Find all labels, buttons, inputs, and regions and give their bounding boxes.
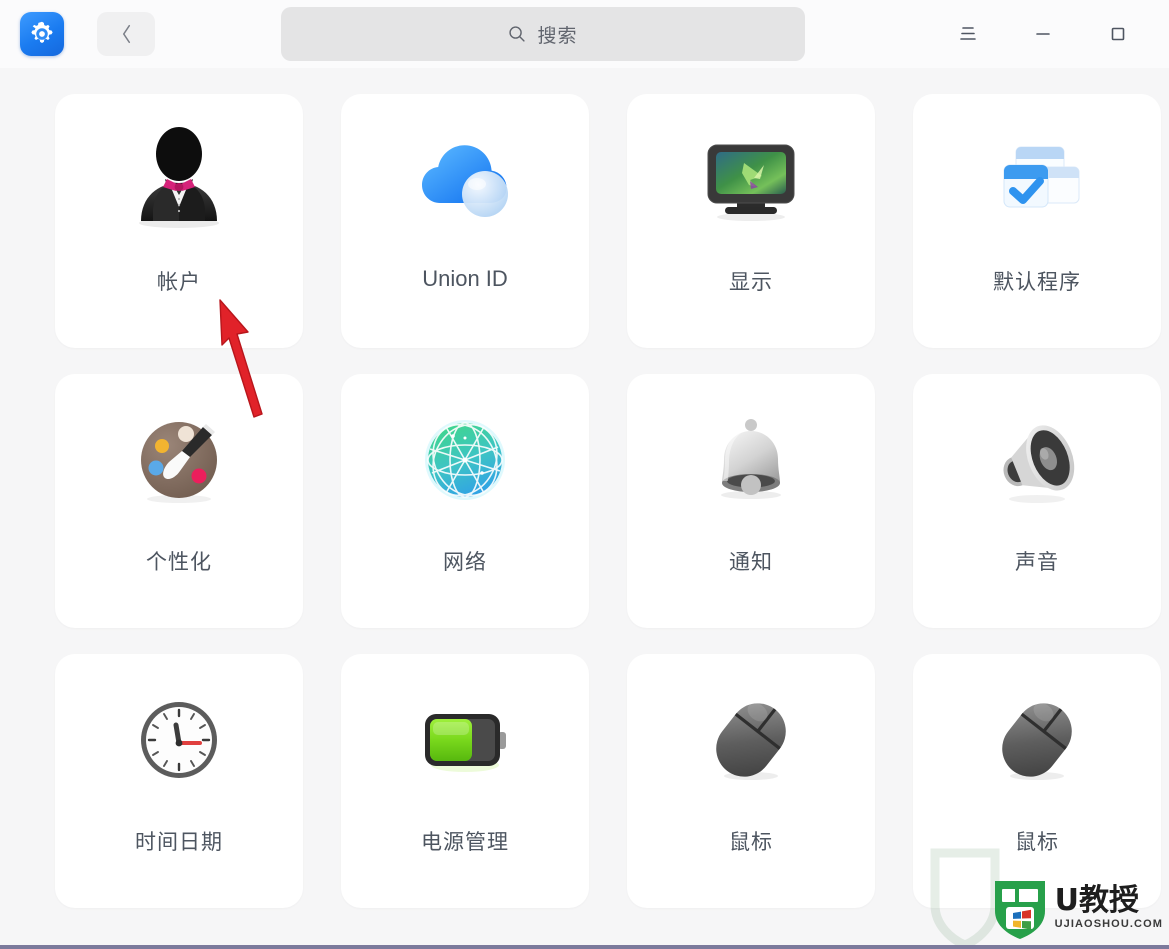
- settings-tile-sound[interactable]: 声音: [913, 374, 1161, 628]
- palette-brush-icon: [55, 374, 303, 546]
- settings-tile-label: 鼠标: [1015, 830, 1059, 854]
- settings-tile-label: 个性化: [146, 550, 212, 574]
- settings-tile-display[interactable]: 显示: [627, 94, 875, 348]
- settings-tile-label: 网络: [443, 550, 487, 574]
- search-input[interactable]: 搜索: [280, 7, 805, 61]
- minimize-icon: [1035, 33, 1050, 35]
- clock-icon: [55, 654, 303, 826]
- settings-window: 搜索 帐户 Union ID 显示 默认程序 个性化 网络 通知 声音 时间日期…: [0, 0, 1169, 949]
- cloud-account-icon: [341, 94, 589, 266]
- settings-tile-label: Union ID: [422, 266, 508, 291]
- settings-tile-mouse[interactable]: 鼠标: [627, 654, 875, 908]
- settings-tile-mouse-2[interactable]: 鼠标: [913, 654, 1161, 908]
- maximize-icon: [1111, 27, 1124, 41]
- settings-tile-label: 帐户: [157, 270, 201, 294]
- globe-network-icon: [341, 374, 589, 546]
- chevron-left-icon: [122, 24, 130, 44]
- search-placeholder: 搜索: [537, 24, 578, 47]
- maximize-button[interactable]: [1080, 9, 1155, 59]
- settings-tile-default-apps[interactable]: 默认程序: [913, 94, 1161, 348]
- battery-icon: [341, 654, 589, 826]
- menu-button[interactable]: [930, 9, 1005, 59]
- speaker-icon: [913, 374, 1161, 546]
- user-tuxedo-icon: [55, 94, 303, 266]
- settings-tile-label: 默认程序: [993, 270, 1081, 294]
- bell-icon: [627, 374, 875, 546]
- mouse-icon: [627, 654, 875, 826]
- titlebar: 搜索: [0, 0, 1169, 68]
- settings-tile-account[interactable]: 帐户: [55, 94, 303, 348]
- window-controls: [930, 9, 1155, 59]
- settings-tile-label: 时间日期: [135, 830, 223, 854]
- settings-tile-label: 声音: [1015, 550, 1059, 574]
- search-icon: [509, 26, 526, 42]
- settings-gear-icon: [20, 12, 64, 56]
- settings-tile-label: 显示: [729, 270, 773, 294]
- settings-tile-label: 电源管理: [421, 830, 509, 854]
- monitor-icon: [627, 94, 875, 266]
- mouse-icon: [913, 654, 1161, 826]
- back-button[interactable]: [97, 12, 155, 56]
- settings-tile-personalization[interactable]: 个性化: [55, 374, 303, 628]
- settings-tile-union-id[interactable]: Union ID: [341, 94, 589, 348]
- settings-grid: 帐户 Union ID 显示 默认程序 个性化 网络 通知 声音 时间日期 电源…: [0, 94, 1169, 908]
- settings-tile-power[interactable]: 电源管理: [341, 654, 589, 908]
- search-area: 搜索: [155, 7, 930, 61]
- settings-tile-label: 通知: [729, 550, 773, 574]
- settings-grid-area: 帐户 Union ID 显示 默认程序 个性化 网络 通知 声音 时间日期 电源…: [0, 68, 1169, 945]
- default-apps-icon: [913, 94, 1161, 266]
- settings-tile-label: 鼠标: [729, 830, 773, 854]
- settings-tile-notification[interactable]: 通知: [627, 374, 875, 628]
- minimize-button[interactable]: [1005, 9, 1080, 59]
- hamburger-menu-icon: [959, 27, 976, 40]
- settings-tile-datetime[interactable]: 时间日期: [55, 654, 303, 908]
- settings-tile-network[interactable]: 网络: [341, 374, 589, 628]
